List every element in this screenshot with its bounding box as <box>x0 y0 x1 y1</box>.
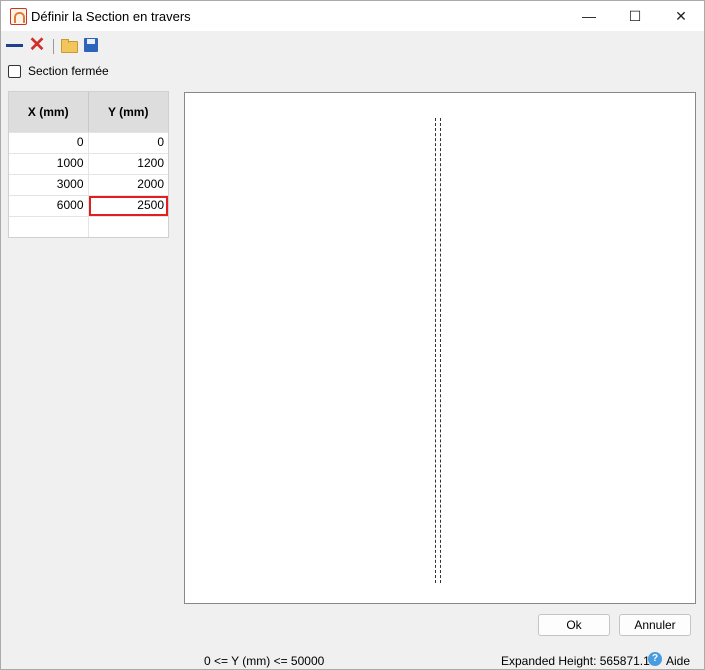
save-icon[interactable] <box>83 37 101 53</box>
minimize-icon: — <box>582 8 596 24</box>
range-status: 0 <= Y (mm) <= 50000 <box>204 654 325 668</box>
column-header-y[interactable]: Y (mm) <box>89 92 169 132</box>
table-row: 6000 2500 <box>9 195 168 216</box>
cell-y[interactable] <box>89 217 169 237</box>
cell-y[interactable]: 0 <box>89 133 169 153</box>
app-icon <box>10 8 27 25</box>
cancel-button[interactable]: Annuler <box>619 614 691 636</box>
closed-section-checkbox[interactable] <box>8 64 21 78</box>
table-header: X (mm) Y (mm) <box>9 92 168 132</box>
title-bar: Définir la Section en travers — ☐ ✕ <box>1 1 704 31</box>
maximize-icon: ☐ <box>628 7 642 24</box>
close-icon: ✕ <box>675 7 687 24</box>
closed-section-option[interactable]: Section fermée <box>8 64 109 78</box>
cell-x[interactable] <box>9 217 89 237</box>
minimize-button[interactable]: — <box>566 1 612 31</box>
table-row: 0 0 <box>9 132 168 153</box>
dialog-window: Définir la Section en travers — ☐ ✕ ✕ Se… <box>0 0 705 670</box>
expanded-height-label: Expanded Height: <box>501 654 597 668</box>
cell-x[interactable]: 6000 <box>9 196 89 216</box>
cell-x[interactable]: 0 <box>9 133 89 153</box>
cell-y-selected[interactable]: 2500 <box>88 196 168 216</box>
help-icon[interactable]: ? <box>648 652 662 666</box>
cell-y[interactable]: 2000 <box>89 175 169 195</box>
ok-button[interactable]: Ok <box>538 614 610 636</box>
table-row: 3000 2000 <box>9 174 168 195</box>
toolbar-separator <box>53 39 54 54</box>
line-icon[interactable] <box>6 37 24 53</box>
window-title: Définir la Section en travers <box>31 9 191 24</box>
folder-open-icon[interactable] <box>60 37 78 53</box>
closed-section-label: Section fermée <box>28 64 109 78</box>
cell-x[interactable]: 3000 <box>9 175 89 195</box>
table-row-new <box>9 216 168 237</box>
cell-x[interactable]: 1000 <box>9 154 89 174</box>
column-header-x[interactable]: X (mm) <box>9 92 89 132</box>
section-profile <box>435 118 441 583</box>
toolbar: ✕ <box>1 33 704 57</box>
cell-y[interactable]: 1200 <box>89 154 169 174</box>
close-button[interactable]: ✕ <box>658 1 704 31</box>
section-preview-canvas[interactable] <box>184 92 696 604</box>
delete-icon[interactable]: ✕ <box>28 35 46 55</box>
maximize-button[interactable]: ☐ <box>612 1 658 31</box>
coordinates-table: X (mm) Y (mm) 0 0 1000 1200 3000 2000 60… <box>8 91 169 238</box>
expanded-height-status: Expanded Height: 565871.15 <box>501 654 656 668</box>
help-link[interactable]: Aide <box>666 654 690 668</box>
table-row: 1000 1200 <box>9 153 168 174</box>
